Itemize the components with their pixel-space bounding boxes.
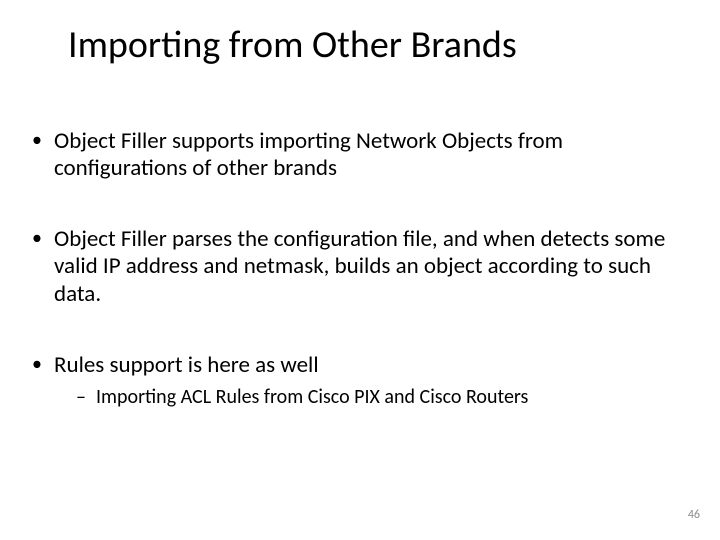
- sub-bullet-item: Importing ACL Rules from Cisco PIX and C…: [54, 385, 690, 409]
- slide: Importing from Other Brands Object Fille…: [0, 0, 720, 540]
- bullet-text: Object Filler parses the configuration f…: [54, 225, 665, 307]
- slide-title: Importing from Other Brands: [68, 22, 517, 68]
- page-number: 46: [688, 508, 700, 522]
- bullet-item: Object Filler parses the configuration f…: [24, 226, 690, 307]
- bullet-text: Rules support is here as well: [54, 351, 319, 379]
- sub-bullet-text: Importing ACL Rules from Cisco PIX and C…: [96, 385, 528, 409]
- bullet-text: Object Filler supports importing Network…: [54, 127, 563, 182]
- sub-bullet-list: Importing ACL Rules from Cisco PIX and C…: [54, 385, 690, 409]
- slide-body: Object Filler supports importing Network…: [24, 128, 690, 409]
- bullet-item: Object Filler supports importing Network…: [24, 128, 690, 182]
- bullet-item: Rules support is here as well Importing …: [24, 352, 690, 409]
- bullet-list: Object Filler supports importing Network…: [24, 128, 690, 409]
